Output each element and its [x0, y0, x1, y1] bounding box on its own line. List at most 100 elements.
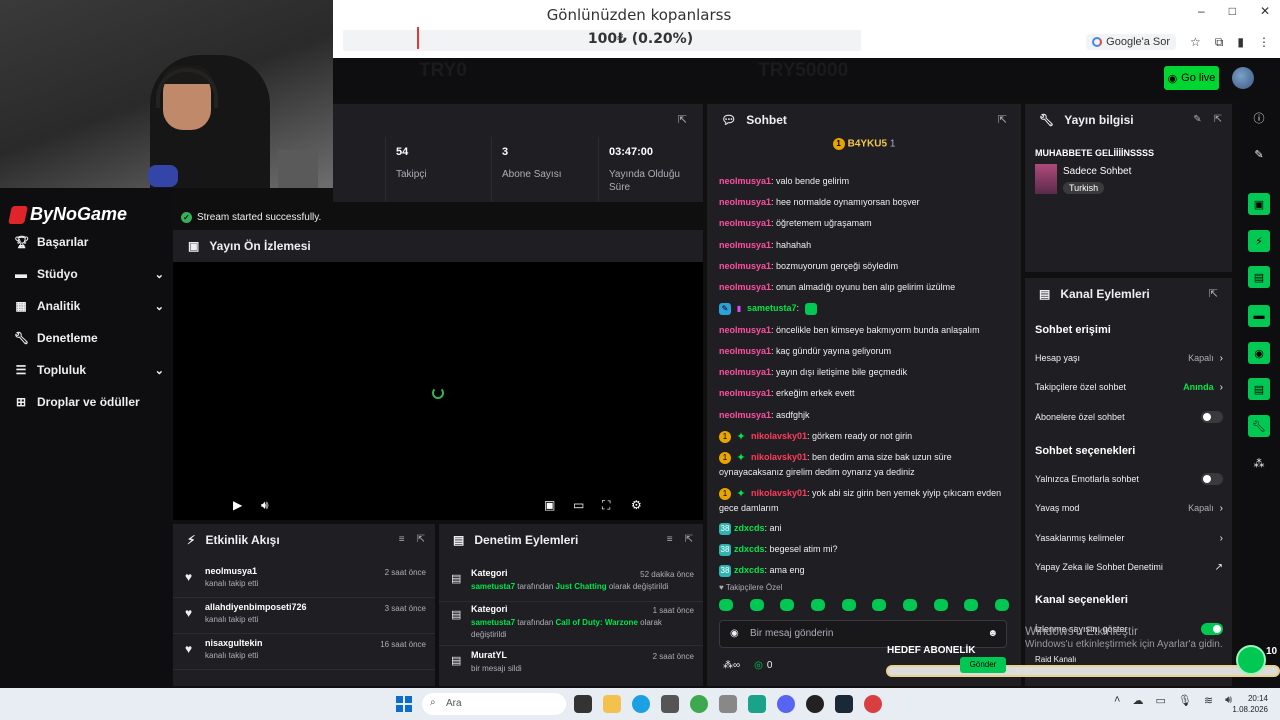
emote-icon[interactable]	[780, 599, 795, 611]
follower-chat-setting[interactable]: Takipçilere özel sohbet Anında ›	[1035, 377, 1223, 397]
chat-username[interactable]: neolmusya1	[719, 410, 771, 420]
popout-icon[interactable]: ⇱	[998, 113, 1007, 126]
filter-icon[interactable]: ≡	[399, 534, 405, 545]
emote-icon[interactable]	[872, 599, 887, 611]
task-view-icon[interactable]	[574, 695, 592, 713]
chat-username[interactable]: neolmusya1	[719, 197, 771, 207]
chat-message[interactable]: neolmusya1: valo bende gelirim	[719, 174, 1009, 189]
volume-icon[interactable]: 🔊︎	[1225, 694, 1232, 707]
edge-icon[interactable]	[632, 695, 650, 713]
sidebar-item-community[interactable]: ☰ Topluluk ⌄	[14, 358, 164, 382]
emote-only-toggle[interactable]	[1201, 473, 1223, 485]
emote-icon[interactable]	[902, 599, 917, 611]
chat-username[interactable]: neolmusya1	[719, 346, 771, 356]
chat-username[interactable]: neolmusya1	[719, 218, 771, 228]
star-icon[interactable]: ☆	[1190, 35, 1201, 49]
chat-username[interactable]: neolmusya1	[719, 240, 771, 250]
chat-message[interactable]: neolmusya1: kaç gündür yayına geliyorum	[719, 344, 1009, 359]
chat-username[interactable]: neolmusya1	[719, 367, 771, 377]
emoji-icon[interactable]: ☻	[987, 628, 998, 639]
maximize-button[interactable]: □	[1229, 4, 1236, 18]
chat-message[interactable]: 38 zdxcds: begesel atim mi?	[719, 542, 1009, 557]
stream-tag[interactable]: Turkish	[1063, 182, 1105, 194]
windows-start-icon[interactable]	[396, 696, 412, 712]
list-item[interactable]: ♥ allahdiyenbimposeti726 kanalı takip et…	[173, 598, 435, 634]
volume-icon[interactable]: 🔊︎	[261, 498, 269, 513]
emote-icon[interactable]	[810, 599, 825, 611]
list-item[interactable]: ♥ neolmusya1 kanalı takip etti 2 saat ön…	[173, 562, 435, 598]
chat-message[interactable]: neolmusya1: hee normalde oynamıyorsan bo…	[719, 195, 1009, 210]
sub-chat-toggle[interactable]	[1201, 411, 1223, 423]
chat-message[interactable]: ✎ ▮ sametusta7:	[719, 301, 1009, 316]
chat-message[interactable]: 1 ✦ nikolavsky01: yok abi siz girin ben ye…	[719, 486, 1009, 516]
chat-message[interactable]: neolmusya1: öncelikle ben kimseye bakmıy…	[719, 323, 1009, 338]
channel-icon[interactable]: ▤	[1248, 378, 1270, 400]
chat-username[interactable]: nikolavsky01	[751, 452, 807, 462]
popout-icon[interactable]: ⇱	[1209, 287, 1218, 300]
clipboard-icon[interactable]: ▤	[1248, 266, 1270, 288]
emote-icon[interactable]	[933, 599, 948, 611]
chat-message[interactable]: neolmusya1: yayın dışı iletişime bile ge…	[719, 365, 1009, 380]
info-icon[interactable]: ⓘ	[1248, 107, 1270, 129]
sidebar-item-achievements[interactable]: 🏆︎ Başarılar	[14, 230, 164, 254]
chat-message[interactable]: neolmusya1: onun almadığı oyunu ben alıp…	[719, 280, 1009, 295]
emote-icon[interactable]	[994, 599, 1009, 611]
filter-icon[interactable]: ≡	[667, 534, 673, 545]
file-explorer-icon[interactable]	[603, 695, 621, 713]
slow-mode-setting[interactable]: Yavaş mod Kapalı ›	[1035, 498, 1223, 518]
infinity-icon[interactable]: ⁂∞	[723, 660, 740, 671]
edit-icon[interactable]: ✎	[1193, 114, 1201, 125]
app-icon[interactable]	[748, 695, 766, 713]
chat-message[interactable]: 38 zdxcds: ama eng	[719, 563, 1009, 578]
chat-username[interactable]: nikolavsky01	[751, 488, 807, 498]
emote-icon[interactable]	[841, 599, 856, 611]
list-item[interactable]: ▤ MuratYL 2 saat önce bir mesajı sildi	[439, 648, 703, 684]
chrome-icon[interactable]	[690, 695, 708, 713]
chat-username[interactable]: neolmusya1	[719, 261, 771, 271]
chat-username[interactable]: sametusta7	[747, 303, 797, 313]
taskbar-search[interactable]: ⌕ Ara	[422, 693, 566, 715]
chat-bubble-icon[interactable]: ▬	[1248, 305, 1270, 327]
community-icon[interactable]: ⁂	[1248, 452, 1270, 474]
chat-message[interactable]: neolmusya1: asdfghjk	[719, 408, 1009, 423]
list-item[interactable]: ▤ Kategori 52 dakika önce sametusta7 tar…	[439, 566, 703, 602]
steam-icon[interactable]	[835, 695, 853, 713]
chat-username[interactable]: neolmusya1	[719, 282, 771, 292]
discord-icon[interactable]	[777, 695, 795, 713]
account-age-setting[interactable]: Hesap yaşı Kapalı ›	[1035, 348, 1223, 368]
chat-message[interactable]: 1 ✦ nikolavsky01: görkem ready or not giri…	[719, 429, 1009, 444]
picture-in-picture-icon[interactable]: ▣	[544, 498, 555, 512]
emote-icon[interactable]	[719, 599, 733, 611]
cloud-icon[interactable]: ☁	[1132, 694, 1143, 707]
close-button[interactable]: ✕	[1260, 4, 1270, 18]
wrench-icon[interactable]: 🔧︎	[1248, 415, 1270, 437]
chat-username[interactable]: neolmusya1	[719, 325, 771, 335]
chrome-profile-icon[interactable]	[864, 695, 882, 713]
sidebar-item-studio[interactable]: ▬ Stüdyo ⌄	[14, 262, 164, 286]
popout-icon[interactable]: ⇱	[678, 113, 687, 126]
menu-icon[interactable]: ⋮	[1258, 35, 1270, 49]
chat-message[interactable]: neolmusya1: öğretemem uğraşamam	[719, 216, 1009, 231]
sidebar-item-moderation[interactable]: 🔧︎ Denetleme	[14, 326, 164, 350]
support-circle-icon[interactable]	[1236, 645, 1266, 675]
popout-icon[interactable]: ⇱	[685, 534, 693, 545]
stream-category[interactable]: Sadece Sohbet	[1063, 166, 1131, 177]
chat-message[interactable]: neolmusya1: erkeğim erkek evett	[719, 386, 1009, 401]
chat-message[interactable]: 38 zdxcds: ani	[719, 521, 1009, 536]
chat-username[interactable]: nikolavsky01	[751, 431, 807, 441]
chat-message[interactable]: neolmusya1: bozmuyorum gerçeği söyledim	[719, 259, 1009, 274]
play-icon[interactable]: ▶	[233, 498, 242, 512]
network-icon[interactable]: ▭	[1155, 694, 1165, 707]
chat-input[interactable]: Bir mesaj gönderin ◉ ☻	[719, 620, 1007, 648]
store-icon[interactable]	[661, 695, 679, 713]
avatar[interactable]	[1232, 67, 1254, 89]
obs-icon[interactable]	[806, 695, 824, 713]
chat-message[interactable]: 1 ✦ nikolavsky01: ben dedim ama size bak u…	[719, 450, 1009, 480]
profile-extension-icon[interactable]: ▮	[1237, 35, 1244, 49]
chat-username[interactable]: zdxcds	[734, 544, 765, 554]
chat-username[interactable]: neolmusya1	[719, 176, 771, 186]
chat-username[interactable]: zdxcds	[734, 523, 765, 533]
emote-icon[interactable]	[964, 599, 979, 611]
list-item[interactable]: ▤ Kategori 1 saat önce sametusta7 tarafı…	[439, 602, 703, 646]
minimize-button[interactable]: –	[1198, 4, 1205, 18]
